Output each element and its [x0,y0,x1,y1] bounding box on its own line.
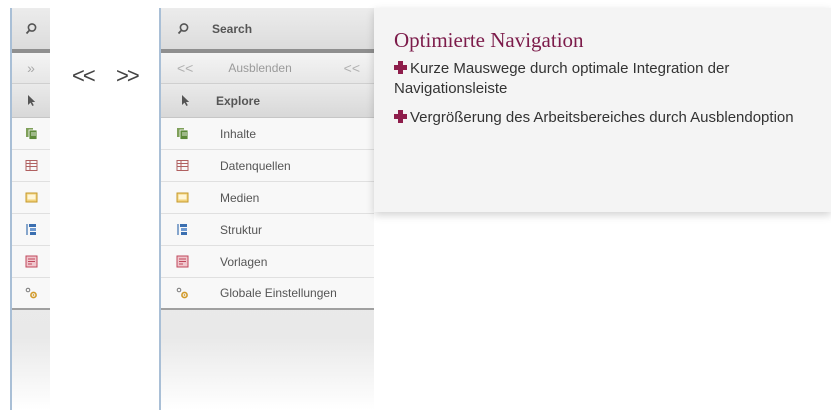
collapsed-navigation: » [10,8,50,410]
datenquellen-icon [25,160,37,171]
collapsed-explore-button[interactable] [12,84,50,118]
nav-item-label: Struktur [220,222,263,237]
info-bullet: Vergrößerung des Arbeitsbereiches durch … [394,108,815,128]
nav-item-label: Globale Einstellungen [220,286,337,300]
plus-icon [394,110,407,123]
expand-arrow-button[interactable]: >> [116,62,140,90]
info-bullet: Kurze Mauswege durch optimale Integratio… [394,59,815,99]
chevron-double-left-icon: << [177,60,194,76]
search-button[interactable]: Search [161,8,374,53]
nav-item-inhalte[interactable]: Inhalte [161,118,374,150]
collapsed-item-struktur[interactable] [12,214,50,246]
nav-item-medien[interactable]: Medien [161,182,374,214]
nav-item-globale-einstellungen[interactable]: Globale Einstellungen [161,278,374,310]
search-label: Search [212,21,253,36]
einstellungen-icon [176,287,188,298]
inhalte-icon [177,128,189,140]
collapsed-item-datenquellen[interactable] [12,150,50,182]
collapsed-item-inhalte[interactable] [12,118,50,150]
plus-icon [394,61,407,74]
vorlagen-icon [25,255,37,268]
struktur-icon [177,224,187,235]
collapsed-item-einstellungen[interactable] [12,278,50,310]
search-icon [177,23,189,35]
expand-nav-toggle[interactable]: » [12,53,50,84]
cursor-icon [182,95,190,106]
nav-item-label: Medien [220,190,260,205]
search-icon [25,23,36,35]
hide-nav-toggle[interactable]: << Ausblenden << [161,53,374,84]
inhalte-icon [25,128,37,140]
collapsed-item-medien[interactable] [12,182,50,214]
medien-icon [25,192,37,203]
collapsed-item-vorlagen[interactable] [12,246,50,278]
nav-item-struktur[interactable]: Struktur [161,214,374,246]
chevron-double-left-icon: << [343,60,360,76]
info-bullet-text: Vergrößerung des Arbeitsbereiches durch … [410,109,794,126]
nav-item-vorlagen[interactable]: Vorlagen [161,246,374,278]
expanded-navigation: Search << Ausblenden << Explore Inhalte … [159,8,374,410]
explore-label: Explore [216,93,261,108]
einstellungen-icon [25,287,37,298]
collapsed-search-button[interactable] [12,8,50,53]
cursor-icon [27,95,35,106]
nav-item-label: Datenquellen [220,158,291,173]
info-bullet-text: Kurze Mauswege durch optimale Integratio… [394,60,730,97]
explore-button[interactable]: Explore [161,84,374,118]
datenquellen-icon [176,160,189,171]
nav-item-label: Vorlagen [220,254,268,269]
info-title: Optimierte Navigation [394,28,584,52]
vorlagen-icon [176,255,189,268]
nav-item-datenquellen[interactable]: Datenquellen [161,150,374,182]
hide-label: Ausblenden [228,61,292,75]
info-panel: Optimierte Navigation Kurze Mauswege dur… [374,8,831,212]
nav-item-label: Inhalte [220,126,257,141]
struktur-icon [25,224,36,235]
chevron-double-right-icon: » [27,60,35,76]
collapse-arrow-button[interactable]: << [72,62,96,90]
medien-icon [176,192,189,203]
